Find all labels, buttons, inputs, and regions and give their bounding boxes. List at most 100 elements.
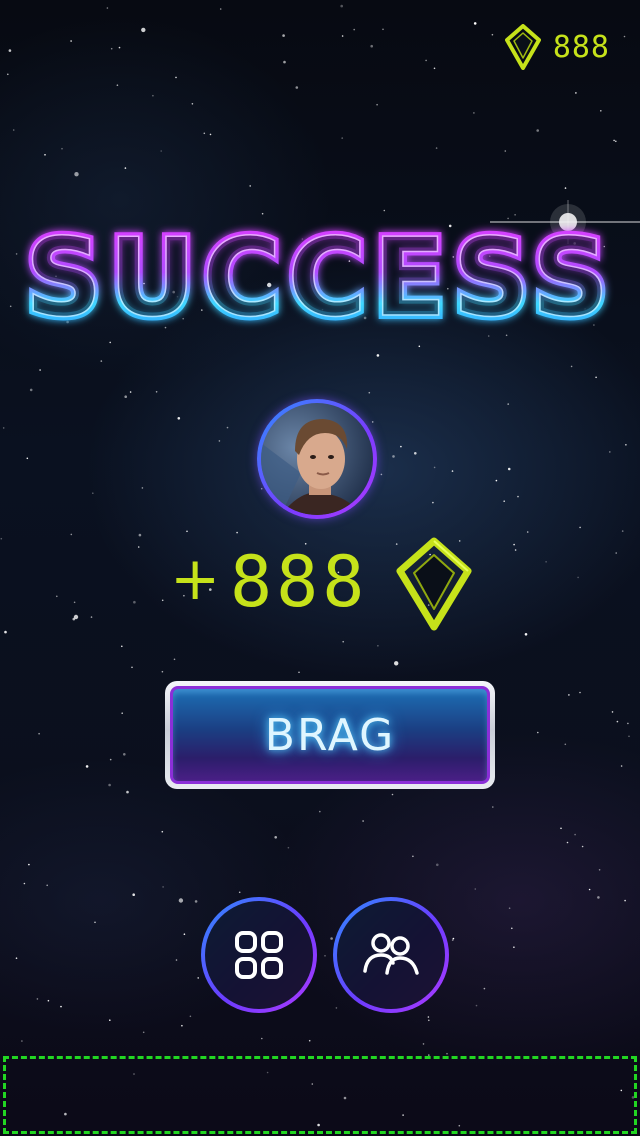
- star: [422, 1043, 425, 1045]
- star: [341, 35, 344, 37]
- page-title: SUCCESS SUCCESS: [0, 205, 640, 345]
- star: [319, 810, 321, 813]
- reward-amount: 888: [230, 541, 369, 623]
- star: [568, 694, 570, 696]
- avatar: [257, 399, 377, 519]
- star: [287, 846, 290, 849]
- star: [26, 457, 29, 460]
- star: [60, 1005, 62, 1008]
- star: [511, 927, 513, 930]
- star: [491, 33, 494, 36]
- star: [2, 427, 5, 429]
- friends-icon: [363, 933, 419, 975]
- reward-display: + 888: [0, 535, 640, 635]
- star: [109, 1019, 111, 1021]
- star: [588, 888, 591, 891]
- star: [7, 73, 9, 76]
- star: [44, 154, 46, 156]
- star: [177, 417, 181, 420]
- star: [108, 783, 111, 787]
- star: [560, 827, 562, 830]
- star: [376, 103, 378, 106]
- star: [425, 59, 427, 62]
- star: [132, 893, 135, 896]
- star: [74, 172, 79, 177]
- star: [433, 67, 436, 70]
- star: [178, 898, 184, 903]
- star: [435, 147, 438, 149]
- menu-button[interactable]: [201, 897, 317, 1013]
- star: [451, 939, 454, 941]
- star: [152, 94, 154, 97]
- star: [194, 900, 198, 903]
- star: [474, 888, 477, 890]
- star: [124, 395, 127, 399]
- star: [564, 187, 567, 189]
- gem-icon: [396, 537, 472, 631]
- star: [295, 86, 299, 89]
- star: [473, 22, 477, 25]
- gem-icon: [504, 24, 541, 70]
- star: [249, 185, 251, 187]
- star: [238, 891, 241, 894]
- star: [503, 500, 506, 503]
- star: [340, 4, 344, 8]
- star: [175, 959, 178, 961]
- star: [47, 999, 50, 1002]
- star: [218, 440, 221, 442]
- brag-button[interactable]: BRAG: [165, 681, 495, 789]
- gem-counter: 888: [504, 24, 610, 70]
- star: [15, 957, 18, 959]
- star: [155, 391, 158, 393]
- star: [451, 470, 454, 472]
- star: [70, 40, 72, 42]
- star: [362, 820, 364, 822]
- star: [189, 1015, 192, 1018]
- star: [564, 743, 567, 746]
- star: [600, 110, 602, 112]
- star: [382, 28, 384, 31]
- star: [36, 998, 39, 1000]
- star: [209, 133, 212, 136]
- star: [38, 732, 40, 735]
- star: [574, 833, 576, 836]
- star: [110, 47, 113, 50]
- star: [109, 758, 112, 761]
- star: [116, 84, 119, 86]
- star: [324, 955, 326, 957]
- star: [203, 132, 206, 135]
- gem-count: 888: [552, 29, 610, 65]
- star: [173, 658, 176, 661]
- star: [427, 1016, 430, 1018]
- star: [39, 369, 41, 371]
- star: [628, 735, 630, 738]
- star: [513, 946, 515, 948]
- star: [526, 531, 529, 533]
- star: [581, 845, 584, 848]
- star: [175, 76, 177, 79]
- star: [368, 391, 371, 394]
- friends-button[interactable]: [333, 897, 449, 1013]
- star: [162, 886, 164, 888]
- star: [621, 530, 624, 532]
- star: [181, 1024, 183, 1027]
- star: [142, 1031, 145, 1034]
- star: [392, 455, 395, 458]
- star: [537, 731, 539, 734]
- star: [126, 790, 129, 794]
- grid-menu-icon: [235, 931, 283, 979]
- star: [579, 691, 581, 694]
- star: [12, 129, 15, 131]
- star: [191, 103, 194, 105]
- menu-button-disc: [205, 901, 313, 1009]
- star: [492, 806, 494, 808]
- star: [8, 49, 12, 52]
- star: [624, 899, 626, 902]
- star: [118, 46, 121, 49]
- star: [260, 487, 263, 490]
- success-title: SUCCESS SUCCESS: [21, 212, 614, 345]
- star: [575, 92, 577, 94]
- star: [131, 666, 133, 669]
- star: [371, 421, 374, 423]
- star: [92, 492, 94, 495]
